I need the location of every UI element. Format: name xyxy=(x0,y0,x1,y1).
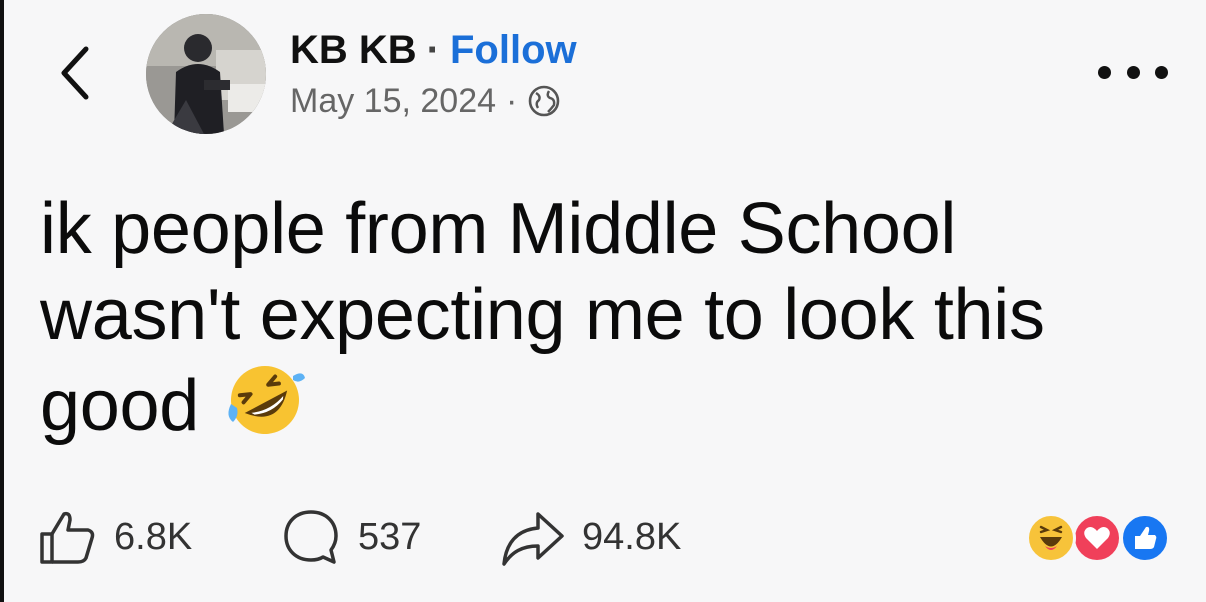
back-button[interactable] xyxy=(50,40,98,106)
follow-button[interactable]: Follow xyxy=(450,26,577,74)
thumbs-up-icon xyxy=(40,511,95,564)
post-date[interactable]: May 15, 2024 xyxy=(290,80,496,122)
love-reaction-icon xyxy=(1072,513,1122,563)
globe-icon xyxy=(529,85,560,117)
author-name[interactable]: KB KB xyxy=(290,26,417,74)
like-action[interactable]: 6.8K xyxy=(36,502,192,572)
more-dot xyxy=(1126,65,1140,79)
share-action[interactable]: 94.8K xyxy=(500,502,681,572)
post-body: ik people from Middle School wasn't expe… xyxy=(40,186,1150,461)
avatar[interactable] xyxy=(146,14,266,134)
rolling-laughing-emoji-icon xyxy=(223,358,307,461)
comment-action[interactable]: 537 xyxy=(280,502,421,572)
name-separator: · xyxy=(426,28,440,72)
more-options-button[interactable] xyxy=(1098,56,1168,88)
post-text: ik people from Middle School wasn't expe… xyxy=(40,189,1045,446)
action-bar: 6.8K 537 94.8K xyxy=(36,502,1176,572)
share-icon xyxy=(502,512,564,566)
like-count: 6.8K xyxy=(114,515,193,558)
comment-icon xyxy=(284,510,338,564)
post-meta: May 15, 2024 · xyxy=(290,80,561,122)
more-dot xyxy=(1098,65,1111,79)
avatar-image xyxy=(146,14,266,134)
window-edge xyxy=(0,0,4,602)
share-count: 94.8K xyxy=(582,515,682,558)
like-reaction-icon xyxy=(1120,513,1170,563)
reaction-summary[interactable] xyxy=(1020,513,1170,563)
more-dot xyxy=(1155,65,1168,79)
haha-reaction-icon xyxy=(1026,513,1076,563)
author-line: KB KB · Follow xyxy=(290,26,577,74)
chevron-left-icon xyxy=(61,46,89,100)
comment-count: 537 xyxy=(358,515,422,558)
meta-separator: · xyxy=(506,82,518,120)
